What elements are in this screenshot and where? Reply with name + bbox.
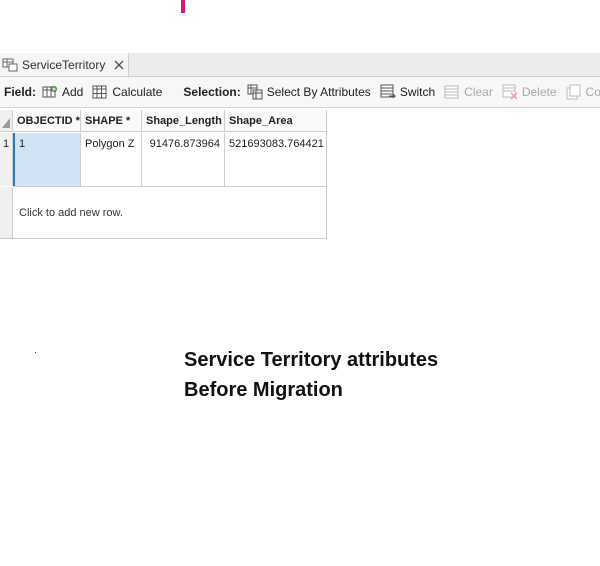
column-header-shape[interactable]: SHAPE *: [81, 110, 142, 132]
clear-label: Clear: [464, 85, 493, 99]
attribute-toolbar: Field: Add Calculate Selection: Select B…: [0, 77, 600, 108]
select-all-corner[interactable]: [0, 110, 13, 132]
add-field-icon: [42, 86, 57, 98]
accent-marker: [181, 0, 185, 13]
caption: Service Territory attributes Before Migr…: [184, 345, 438, 405]
table-icon: [2, 58, 18, 72]
select-by-attributes-button[interactable]: Select By Attributes: [247, 84, 371, 100]
calculate-field-button[interactable]: Calculate: [92, 85, 162, 99]
table-cell-objectid[interactable]: 1: [13, 133, 81, 186]
table-cell-shape[interactable]: Polygon Z: [81, 133, 142, 186]
switch-icon: [380, 84, 396, 99]
caption-line-2: Before Migration: [184, 379, 343, 401]
clear-icon: [444, 85, 459, 99]
column-header-objectid[interactable]: OBJECTID *: [13, 110, 81, 132]
attribute-table: OBJECTID * SHAPE * Shape_Length Shape_Ar…: [0, 110, 327, 239]
add-new-row[interactable]: Click to add new row.: [19, 207, 123, 219]
selection-label: Selection:: [183, 85, 241, 99]
add-label: Add: [62, 85, 84, 99]
calculate-label: Calculate: [112, 85, 163, 99]
row-divider: [13, 186, 326, 187]
table-cell-shape-area[interactable]: 521693083.764421: [225, 133, 326, 186]
select-by-attributes-icon: [247, 84, 263, 100]
caption-line-1: Service Territory attributes: [184, 349, 439, 371]
select-by-attributes-label: Select By Attributes: [266, 85, 371, 99]
clear-selection-button[interactable]: Clear: [444, 85, 493, 99]
switch-selection-button[interactable]: Switch: [380, 84, 435, 100]
close-icon[interactable]: [113, 59, 125, 71]
row-header[interactable]: 1: [0, 133, 13, 186]
tab-title: ServiceTerritory: [22, 57, 106, 72]
copy-label: Copy: [585, 85, 600, 99]
tab-service-territory[interactable]: ServiceTerritory: [0, 53, 129, 76]
column-header-shape-area[interactable]: Shape_Area: [225, 110, 326, 132]
copy-icon: [566, 84, 581, 100]
switch-label: Switch: [399, 85, 436, 99]
stray-dot: [35, 352, 36, 353]
delete-icon: [502, 84, 518, 100]
calculator-icon: [92, 85, 107, 99]
column-header-shape-length[interactable]: Shape_Length: [142, 110, 225, 132]
add-field-button[interactable]: Add: [42, 85, 83, 99]
tab-bar: ServiceTerritory: [0, 53, 600, 77]
delete-selection-button[interactable]: Delete: [502, 84, 557, 100]
delete-label: Delete: [521, 85, 557, 99]
copy-selection-button[interactable]: Copy: [566, 84, 600, 100]
table-cell-shape-length[interactable]: 91476.873964: [142, 133, 225, 186]
new-row-header: [0, 187, 13, 238]
field-label: Field:: [4, 85, 36, 99]
